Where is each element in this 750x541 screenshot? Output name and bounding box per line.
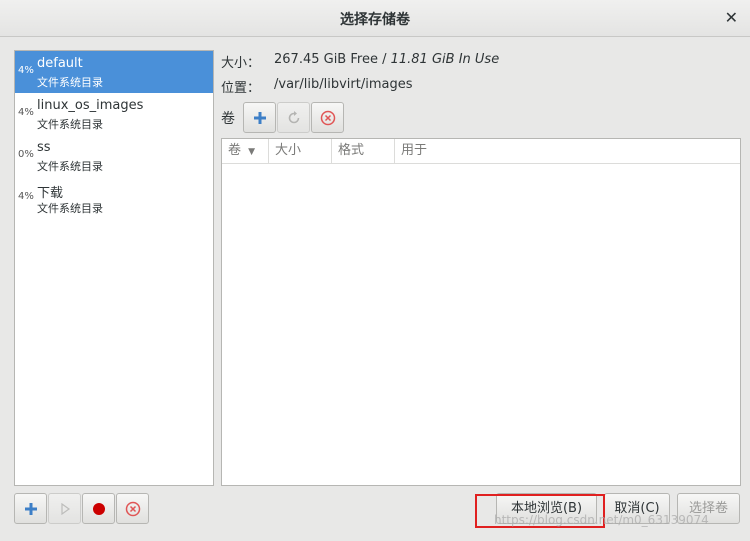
delete-pool-button[interactable] <box>116 493 149 524</box>
volumes-label: 卷 <box>221 111 235 127</box>
size-label: 大小： <box>221 56 261 71</box>
refresh-volumes-button[interactable] <box>277 102 310 133</box>
add-volume-button[interactable] <box>243 102 276 133</box>
pool-type: 文件系统目录 <box>37 160 103 173</box>
add-pool-button[interactable] <box>14 493 47 524</box>
pool-type: 文件系统目录 <box>37 202 103 215</box>
column-header-volume[interactable]: 卷 ▼ <box>222 139 269 164</box>
plus-icon <box>24 502 37 515</box>
play-icon <box>60 502 70 515</box>
watermark: https://blog.csdn.net/m0_63139074 <box>494 513 709 527</box>
pool-name: 下载 <box>37 186 64 201</box>
pool-name: ss <box>37 140 51 155</box>
column-header-label: 用于 <box>401 143 428 158</box>
column-header-label: 卷 <box>228 143 242 158</box>
size-separator: / <box>377 52 391 67</box>
pool-item-downloads[interactable]: 4% 下载 文件系统目录 <box>15 177 213 219</box>
delete-icon <box>125 501 140 516</box>
close-icon[interactable]: ✕ <box>725 8 738 27</box>
start-pool-button[interactable] <box>48 493 81 524</box>
pool-usage-percent: 0% <box>18 149 34 160</box>
pool-list[interactable]: 4% default 文件系统目录 4% linux_os_images 文件系… <box>14 50 214 486</box>
stop-pool-button[interactable] <box>82 493 115 524</box>
column-header-used-by[interactable]: 用于 <box>395 139 740 164</box>
size-used: 11.81 GiB In Use <box>390 52 500 67</box>
refresh-icon <box>288 110 299 123</box>
pool-usage-percent: 4% <box>18 191 34 202</box>
storage-volume-dialog: 选择存储卷 ✕ 4% default 文件系统目录 4% linux_os_im… <box>0 0 750 541</box>
pool-name: default <box>37 56 83 71</box>
plus-icon <box>253 111 266 124</box>
pool-item-linux-os-images[interactable]: 4% linux_os_images 文件系统目录 <box>15 93 213 135</box>
column-header-size[interactable]: 大小 <box>269 139 332 164</box>
pool-usage-percent: 4% <box>18 65 34 76</box>
sort-down-icon: ▼ <box>248 147 256 157</box>
delete-icon <box>320 110 335 125</box>
title-bar: 选择存储卷 ✕ <box>0 0 750 37</box>
pool-item-default[interactable]: 4% default 文件系统目录 <box>15 51 213 93</box>
volume-table-header: 卷 ▼ 大小 格式 用于 <box>222 139 740 164</box>
size-value: 267.45 GiB Free / 11.81 GiB In Use <box>274 52 499 67</box>
delete-volume-button[interactable] <box>311 102 344 133</box>
pool-name: linux_os_images <box>37 98 144 113</box>
column-header-format[interactable]: 格式 <box>332 139 395 164</box>
pool-type: 文件系统目录 <box>37 76 103 89</box>
dialog-title: 选择存储卷 <box>340 12 410 28</box>
volume-table[interactable]: 卷 ▼ 大小 格式 用于 <box>221 138 741 486</box>
column-header-label: 大小 <box>275 143 302 158</box>
pool-type: 文件系统目录 <box>37 118 103 131</box>
pool-item-ss[interactable]: 0% ss 文件系统目录 <box>15 135 213 177</box>
stop-record-icon <box>92 502 105 515</box>
location-value: /var/lib/libvirt/images <box>274 77 413 92</box>
location-label: 位置： <box>221 81 261 96</box>
pool-usage-percent: 4% <box>18 107 34 118</box>
column-header-label: 格式 <box>338 143 365 158</box>
size-free: 267.45 GiB Free <box>274 52 378 67</box>
